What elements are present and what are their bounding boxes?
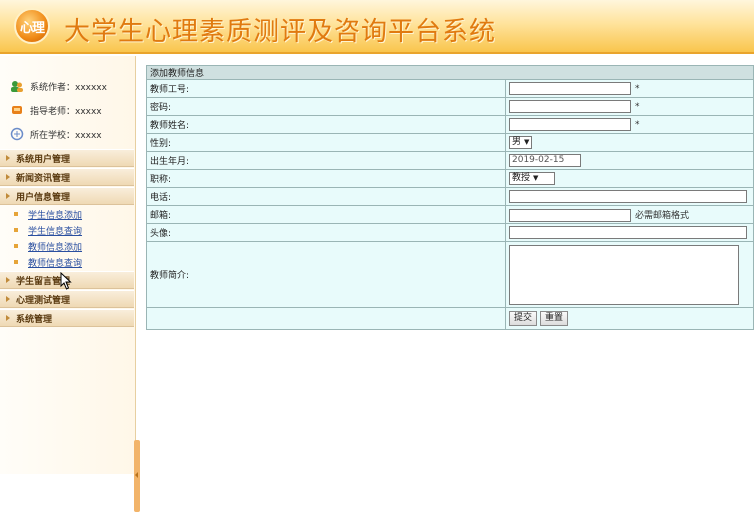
submenu-label: 教师信息添加: [28, 242, 83, 253]
submenu-student-query[interactable]: 学生信息查询: [14, 222, 134, 238]
system-info: 系统作者：xxxxxx 指导老师：xxxxx 所在学校：xxxxx: [10, 74, 107, 146]
name-input[interactable]: [509, 118, 631, 131]
submenu-label: 教师信息查询: [28, 258, 83, 269]
logo-text: 心理: [19, 20, 45, 36]
label-email: 邮箱:: [146, 205, 506, 224]
info-teacher-text: 指导老师：xxxxx: [30, 106, 102, 117]
school-icon: [10, 127, 24, 141]
gender-select[interactable]: 男 ▼: [509, 136, 533, 149]
gender-value: 男: [512, 137, 522, 147]
menu-label: 用户信息管理: [16, 192, 71, 203]
form-caption: 添加教师信息: [146, 65, 754, 80]
mouse-cursor-icon: [60, 272, 72, 290]
info-author-text: 系统作者：xxxxxx: [30, 82, 107, 93]
caret-right-icon: [6, 174, 10, 180]
title-value: 教授: [512, 173, 531, 183]
chevron-down-icon: ▼: [533, 174, 539, 182]
password-input[interactable]: [509, 100, 631, 113]
caret-right-icon: [6, 155, 10, 161]
label-gender: 性别:: [146, 133, 506, 152]
menu-user-info[interactable]: 用户信息管理: [0, 187, 134, 205]
app-header: 心理 大学生心理素质测评及咨询平台系统: [0, 0, 754, 54]
teacher-icon: [10, 103, 24, 117]
submenu-label: 学生信息查询: [28, 226, 83, 237]
label-intro: 教师简介:: [146, 241, 506, 308]
label-birth: 出生年月:: [146, 151, 506, 170]
title-select[interactable]: 教授 ▼: [509, 172, 555, 185]
avatar-input[interactable]: [509, 226, 747, 239]
sidebar-menu: 系统用户管理 新闻资讯管理 用户信息管理 学生信息添加 学生信息查询 教师信息添…: [0, 148, 134, 328]
label-name: 教师姓名:: [146, 115, 506, 134]
menu-label: 新闻资讯管理: [16, 173, 71, 184]
label-password: 密码:: [146, 97, 506, 116]
info-teacher: 指导老师：xxxxx: [10, 98, 107, 122]
label-teacher-id: 教师工号:: [146, 79, 506, 98]
menu-psych-tests[interactable]: 心理测试管理: [0, 290, 134, 308]
label-avatar: 头像:: [146, 223, 506, 242]
caret-right-icon: [6, 277, 10, 283]
menu-label: 心理测试管理: [16, 295, 71, 306]
submenu-label: 学生信息添加: [28, 210, 83, 221]
bullet-icon: [14, 212, 18, 216]
caret-right-icon: [6, 315, 10, 321]
app-logo-icon: 心理: [14, 8, 50, 44]
app-title: 大学生心理素质测评及咨询平台系统: [64, 17, 497, 47]
actions-spacer: [146, 307, 506, 330]
menu-system-users[interactable]: 系统用户管理: [0, 149, 134, 167]
email-input[interactable]: [509, 208, 631, 222]
bullet-icon: [14, 260, 18, 264]
teacher-form: 添加教师信息 教师工号: * 密码: * 教师姓名: * 性别: 男 ▼ 出生年月…: [146, 65, 754, 330]
required-mark: *: [635, 120, 640, 130]
bullet-icon: [14, 228, 18, 232]
menu-news[interactable]: 新闻资讯管理: [0, 168, 134, 186]
label-title: 职称:: [146, 169, 506, 188]
sidebar-collapse-handle[interactable]: [134, 440, 140, 512]
required-mark: *: [635, 102, 640, 112]
teacher-id-input[interactable]: [509, 82, 631, 95]
info-author: 系统作者：xxxxxx: [10, 74, 107, 98]
menu-label: 系统用户管理: [16, 154, 71, 165]
form-table: 添加教师信息 教师工号: * 密码: * 教师姓名: * 性别: 男 ▼ 出生年月…: [146, 65, 754, 330]
required-mark: *: [635, 84, 640, 94]
submenu-teacher-query[interactable]: 教师信息查询: [14, 254, 134, 270]
intro-textarea[interactable]: [509, 244, 739, 305]
user-info-submenu: 学生信息添加 学生信息查询 教师信息添加 教师信息查询: [0, 206, 134, 270]
submenu-student-add[interactable]: 学生信息添加: [14, 206, 134, 222]
sidebar: 系统作者：xxxxxx 指导老师：xxxxx 所在学校：xxxxx 系统用户管理…: [0, 56, 140, 512]
bullet-icon: [14, 244, 18, 248]
menu-label: 系统管理: [16, 314, 53, 325]
reset-button[interactable]: 重置: [540, 311, 569, 326]
label-phone: 电话:: [146, 187, 506, 206]
phone-input[interactable]: [509, 190, 747, 203]
submit-button[interactable]: 提交: [509, 311, 538, 326]
submenu-teacher-add[interactable]: 教师信息添加: [14, 238, 134, 254]
info-school-text: 所在学校：xxxxx: [30, 130, 102, 141]
email-hint: 必需邮箱格式: [635, 210, 690, 221]
caret-right-icon: [6, 193, 10, 199]
caret-right-icon: [6, 296, 10, 302]
info-school: 所在学校：xxxxx: [10, 122, 107, 146]
birth-date-input[interactable]: 2019-02-15: [509, 154, 581, 167]
users-icon: [10, 79, 24, 93]
chevron-down-icon: ▼: [524, 138, 530, 146]
menu-system[interactable]: 系统管理: [0, 309, 134, 327]
